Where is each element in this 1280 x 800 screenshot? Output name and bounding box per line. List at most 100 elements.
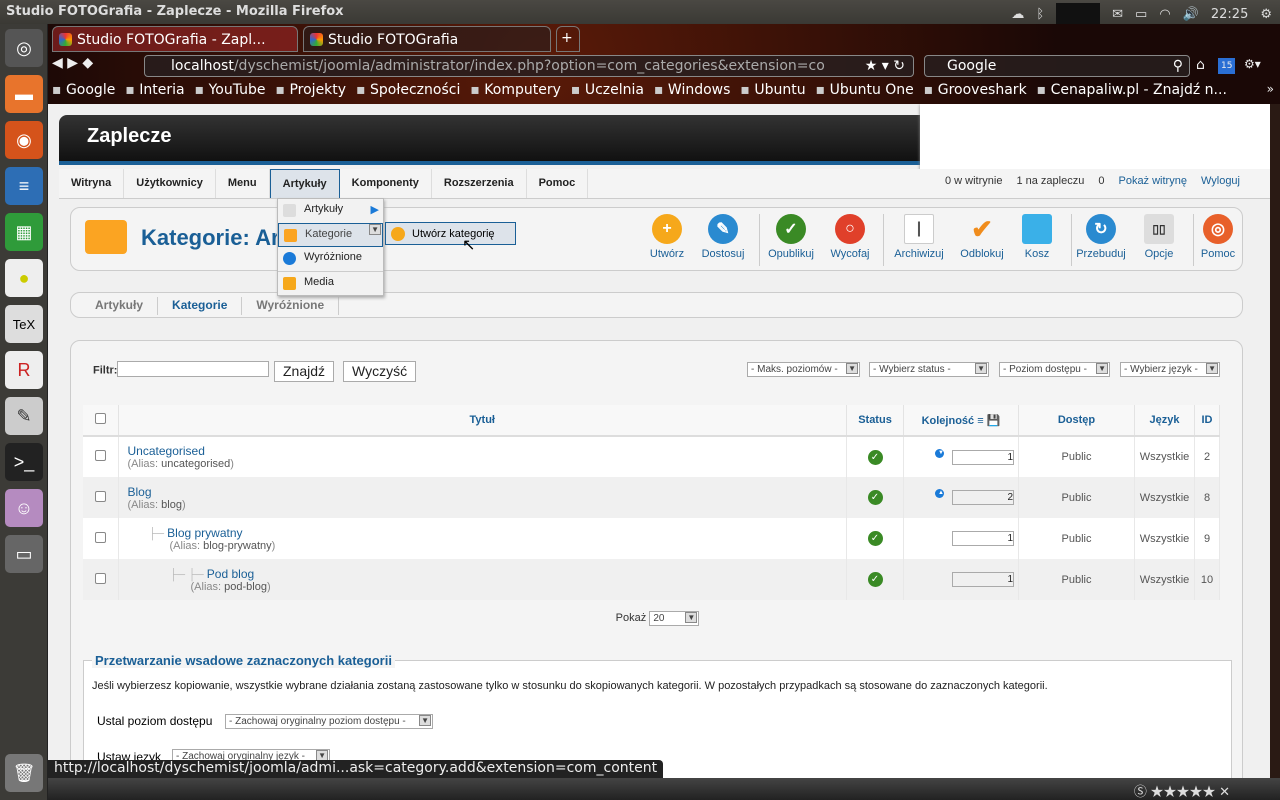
new-button[interactable]: + Utwórz (637, 214, 697, 260)
bookmark[interactable]: Google (52, 82, 115, 98)
power-icon[interactable]: ⚙ (1260, 7, 1272, 22)
col-access[interactable]: Dostęp (1018, 405, 1135, 437)
ubuntu-home-icon[interactable]: ◎ (5, 29, 43, 67)
order-down-icon[interactable]: ▼ (935, 448, 944, 458)
disc-icon[interactable]: ● (5, 259, 43, 297)
search-button[interactable]: Znajdź (274, 361, 335, 382)
bookmark[interactable]: YouTube (195, 82, 266, 98)
published-icon[interactable]: ✓ (867, 449, 883, 465)
clear-button[interactable]: Wyczyść (343, 361, 417, 382)
options-button[interactable]: ▯▯ Opcje (1129, 214, 1189, 260)
menu-articles[interactable]: Artykuły (269, 169, 340, 198)
workspaces-icon[interactable]: ▭ (5, 535, 43, 573)
search-bar[interactable]: Google ⚲ (924, 55, 1190, 77)
bookmark[interactable]: Interia (125, 82, 184, 98)
system-monitor-graph[interactable] (1056, 3, 1101, 25)
create-category-item[interactable]: Utwórz kategorię ↖ (385, 222, 516, 254)
calendar-badge[interactable]: 15 (1218, 58, 1236, 74)
calc-icon[interactable]: ▦ (5, 213, 43, 251)
col-language[interactable]: Język (1134, 405, 1195, 437)
subnav-featured[interactable]: Wyróżnione (242, 297, 340, 315)
unpublish-button[interactable]: ○ Wycofaj (820, 214, 880, 260)
access-select[interactable]: - Poziom dostępu - (999, 362, 1110, 377)
bookmark[interactable]: Uczelnia (571, 82, 644, 98)
col-id[interactable]: ID (1194, 405, 1220, 437)
published-icon[interactable]: ✓ (867, 490, 883, 505)
battery-icon[interactable]: ▭ (1135, 7, 1147, 22)
files-icon[interactable]: ▬ (5, 75, 43, 113)
order-input[interactable]: 2 (952, 490, 1014, 505)
weather-icon[interactable]: ☁ (1011, 7, 1024, 22)
bookmark[interactable]: Cenapaliw.pl - Znajdź n... (1037, 82, 1227, 98)
limit-select[interactable]: 20 (649, 611, 700, 626)
terminal-icon[interactable]: >_ (5, 443, 43, 481)
logout-link[interactable]: Wyloguj (1201, 175, 1240, 187)
wifi-icon[interactable]: ◠ (1159, 7, 1170, 22)
publish-button[interactable]: ✓ Opublikuj (761, 214, 821, 260)
category-link[interactable]: Blog prywatny (167, 526, 242, 540)
tab-inactive[interactable]: Studio FOTOGrafia (303, 26, 551, 52)
trash-button[interactable]: Kosz (1007, 214, 1067, 260)
order-input[interactable]: 1 (952, 531, 1014, 546)
new-tab-button[interactable]: + (556, 26, 580, 52)
batch-access-select[interactable]: - Zachowaj oryginalny poziom dostępu - (225, 714, 433, 729)
published-icon[interactable]: ✓ (867, 572, 883, 587)
trash-icon[interactable]: 🗑 (5, 754, 43, 792)
tex-icon[interactable]: TeX (5, 305, 43, 343)
bookmark[interactable]: Projekty (276, 82, 346, 98)
bookmark[interactable]: Grooveshark (924, 82, 1027, 98)
messages-count[interactable]: 0 (1098, 175, 1104, 187)
order-input[interactable]: 1 (952, 572, 1014, 587)
order-up-icon[interactable]: ▲ (935, 489, 944, 498)
subnav-categories[interactable]: Kategorie (158, 297, 243, 315)
category-link[interactable]: Blog (128, 485, 152, 499)
menu-icon[interactable]: ⚙▾ (1244, 57, 1261, 71)
save-order-icon[interactable]: 💾 (987, 415, 1001, 427)
mail-icon[interactable]: ✉ (1112, 7, 1123, 22)
checkin-button[interactable]: ✔ Odblokuj (952, 214, 1012, 261)
order-input[interactable]: 1 (952, 449, 1014, 465)
status-select[interactable]: - Wybierz status - (869, 362, 989, 377)
bookmark-star-icon[interactable]: ★ ▾ ↻ (865, 58, 905, 74)
writer-icon[interactable]: ≡ (5, 167, 43, 205)
row-checkbox[interactable] (94, 531, 106, 543)
language-select[interactable]: - Wybierz język - (1120, 362, 1220, 377)
help-button[interactable]: ◎ Pomoc (1188, 214, 1248, 260)
pidgin-icon[interactable]: ☺ (5, 489, 43, 527)
archive-button[interactable]: | Archiwizuj (889, 214, 949, 260)
max-levels-select[interactable]: - Maks. poziomów - (747, 362, 860, 377)
menu-witryna[interactable]: Witryna (59, 169, 125, 198)
rating-stars-icon[interactable]: Ⓢ ★★★★★ ✕ (1134, 781, 1230, 800)
menu-extensions[interactable]: Rozszerzenia (432, 169, 527, 198)
dropdown-featured[interactable]: Wyróżnione (278, 247, 383, 271)
dropdown-articles[interactable]: Artykuły ▶ (278, 199, 383, 223)
search-icon[interactable]: ⚲ (1173, 58, 1183, 74)
bluetooth-icon[interactable]: ᛒ (1036, 7, 1044, 22)
bookmark[interactable]: Społeczności (356, 82, 460, 98)
bookmark[interactable]: Komputery (470, 82, 561, 98)
bookmark[interactable]: Ubuntu (740, 82, 805, 98)
view-site-link[interactable]: Pokaż witrynę (1118, 175, 1186, 187)
row-checkbox[interactable] (94, 490, 106, 502)
menu-menu[interactable]: Menu (216, 169, 270, 198)
firefox-icon[interactable]: ◉ (5, 121, 43, 159)
home-icon[interactable]: ⌂ (1196, 57, 1205, 73)
col-ordering[interactable]: Kolejność ≡ 💾 (903, 405, 1019, 437)
edit-button[interactable]: ✎ Dostosuj (693, 214, 753, 260)
tab-active[interactable]: Studio FOTOGrafia - Zapl... (52, 26, 298, 52)
text-editor-icon[interactable]: ✎ (5, 397, 43, 435)
back-forward-buttons[interactable]: ◀ ▶ ◆ (52, 55, 93, 71)
dropdown-media[interactable]: Media (278, 271, 383, 295)
category-link[interactable]: Pod blog (207, 567, 254, 581)
col-title[interactable]: Tytuł (118, 405, 847, 437)
bookmarks-overflow-icon[interactable]: » (1267, 82, 1274, 96)
bookmark[interactable]: Windows (654, 82, 731, 98)
subnav-articles[interactable]: Artykuły (81, 297, 159, 315)
volume-icon[interactable]: 🔊 (1183, 7, 1199, 22)
reader-icon[interactable]: R (5, 351, 43, 389)
menu-users[interactable]: Użytkownicy (124, 169, 216, 198)
url-bar[interactable]: localhost/dyschemist/joomla/administrato… (144, 55, 914, 77)
page-scrollbar[interactable] (1270, 104, 1280, 778)
row-checkbox[interactable] (94, 450, 106, 461)
filter-input[interactable] (117, 361, 270, 377)
